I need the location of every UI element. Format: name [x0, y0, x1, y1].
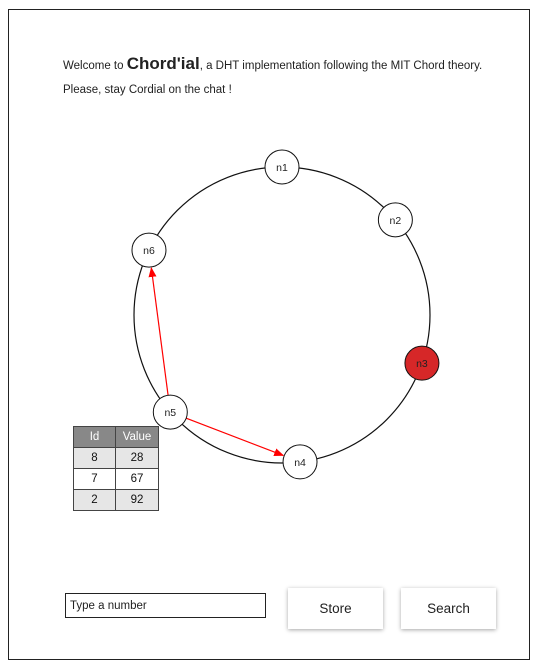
ring-node-n3[interactable]: n3	[404, 345, 440, 381]
node-label: n1	[276, 162, 288, 174]
table-row: 8 28	[73, 447, 159, 469]
cell-id: 8	[73, 447, 116, 469]
cell-value: 67	[115, 468, 159, 490]
node-label: n2	[390, 215, 402, 227]
table-row: 7 67	[73, 468, 159, 490]
node-label: n5	[164, 407, 176, 419]
finger-arrow-n5-to-n4	[185, 417, 285, 457]
finger-arrow-n5-to-n6	[148, 266, 169, 396]
ring-nodes: n1 n2 n3 n4 n5 n6	[131, 149, 440, 480]
cell-id: 2	[73, 489, 116, 511]
ring-node-n4[interactable]: n4	[282, 444, 318, 480]
table-header-row: Id Value	[73, 426, 159, 448]
cell-value: 28	[115, 447, 159, 469]
search-button[interactable]: Search	[401, 588, 496, 629]
header-id: Id	[73, 426, 116, 448]
table-row: 2 92	[73, 489, 159, 511]
ring-node-n5[interactable]: n5	[152, 394, 188, 430]
ring-node-n6[interactable]: n6	[131, 232, 167, 268]
number-input[interactable]	[65, 593, 266, 618]
cell-value: 92	[115, 489, 159, 511]
node-label: n4	[294, 457, 306, 469]
node-label: n3	[416, 358, 428, 370]
header-value: Value	[115, 426, 159, 448]
key-value-table: Id Value 8 28 7 67 2 92	[73, 426, 159, 511]
cell-id: 7	[73, 468, 116, 490]
store-button[interactable]: Store	[288, 588, 383, 629]
node-label: n6	[143, 245, 155, 257]
chord-ring-diagram: n1 n2 n3 n4 n5 n6	[131, 149, 440, 480]
ring-node-n2[interactable]: n2	[377, 202, 413, 238]
ring-node-n1[interactable]: n1	[264, 149, 300, 185]
